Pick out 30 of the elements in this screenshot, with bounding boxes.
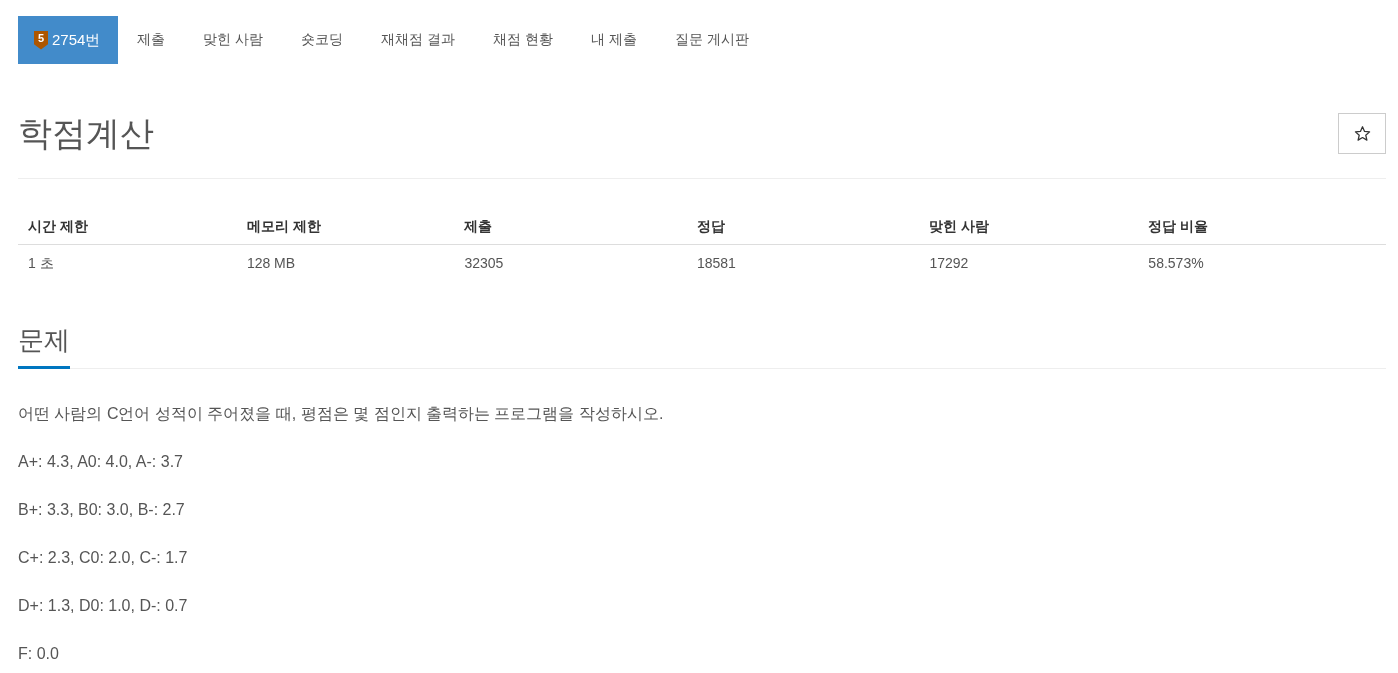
- problem-text: B+: 3.3, B0: 3.0, B-: 2.7: [18, 500, 186, 520]
- tier-badge: 5: [34, 30, 48, 50]
- column-header: 정답 비율: [1138, 208, 1386, 245]
- section-heading: 문제: [18, 325, 70, 369]
- nav-tab[interactable]: 채점 현황: [474, 16, 573, 64]
- problem-text: C+: 2.3, C0: 2.0, C-: 1.7: [18, 548, 189, 568]
- column-header: 시간 제한: [18, 208, 237, 245]
- table-cell: 128 MB: [236, 244, 455, 281]
- favorite-button[interactable]: [1338, 113, 1386, 154]
- table-cell: 58.573%: [1138, 244, 1386, 281]
- table-cell: 18581: [686, 244, 920, 281]
- problem-text: 어떤 사람의 C언어 성적이 주어졌을 때, 평점은 몇 점인지 출력하는 프로그램을 작성하시오.: [18, 404, 665, 424]
- problem-title: 학점계산: [18, 113, 154, 154]
- column-header: 정답: [686, 208, 920, 245]
- table-cell: 17292: [919, 244, 1139, 281]
- column-header: 제출: [454, 208, 687, 245]
- nav-tab[interactable]: 제출: [118, 16, 185, 64]
- problem-text: F: 0.0: [18, 644, 60, 664]
- table-cell: 32305: [454, 244, 687, 281]
- problem-text: A+: 4.3, A0: 4.0, A-: 3.7: [18, 452, 184, 472]
- nav-tab[interactable]: 내 제출: [572, 16, 656, 64]
- nav-tab[interactable]: 맞힌 사람: [184, 16, 283, 64]
- table-cell: 1 초: [18, 244, 237, 281]
- problem-text: D+: 1.3, D0: 1.0, D-: 0.7: [18, 596, 189, 616]
- nav-tab[interactable]: 5 2754번: [18, 16, 119, 64]
- nav-tab[interactable]: 질문 게시판: [655, 16, 768, 64]
- column-header: 메모리 제한: [236, 208, 455, 245]
- column-header: 맞힌 사람: [919, 208, 1139, 245]
- nav-tab[interactable]: 숏코딩: [282, 16, 363, 64]
- nav-tab[interactable]: 재채점 결과: [362, 16, 475, 64]
